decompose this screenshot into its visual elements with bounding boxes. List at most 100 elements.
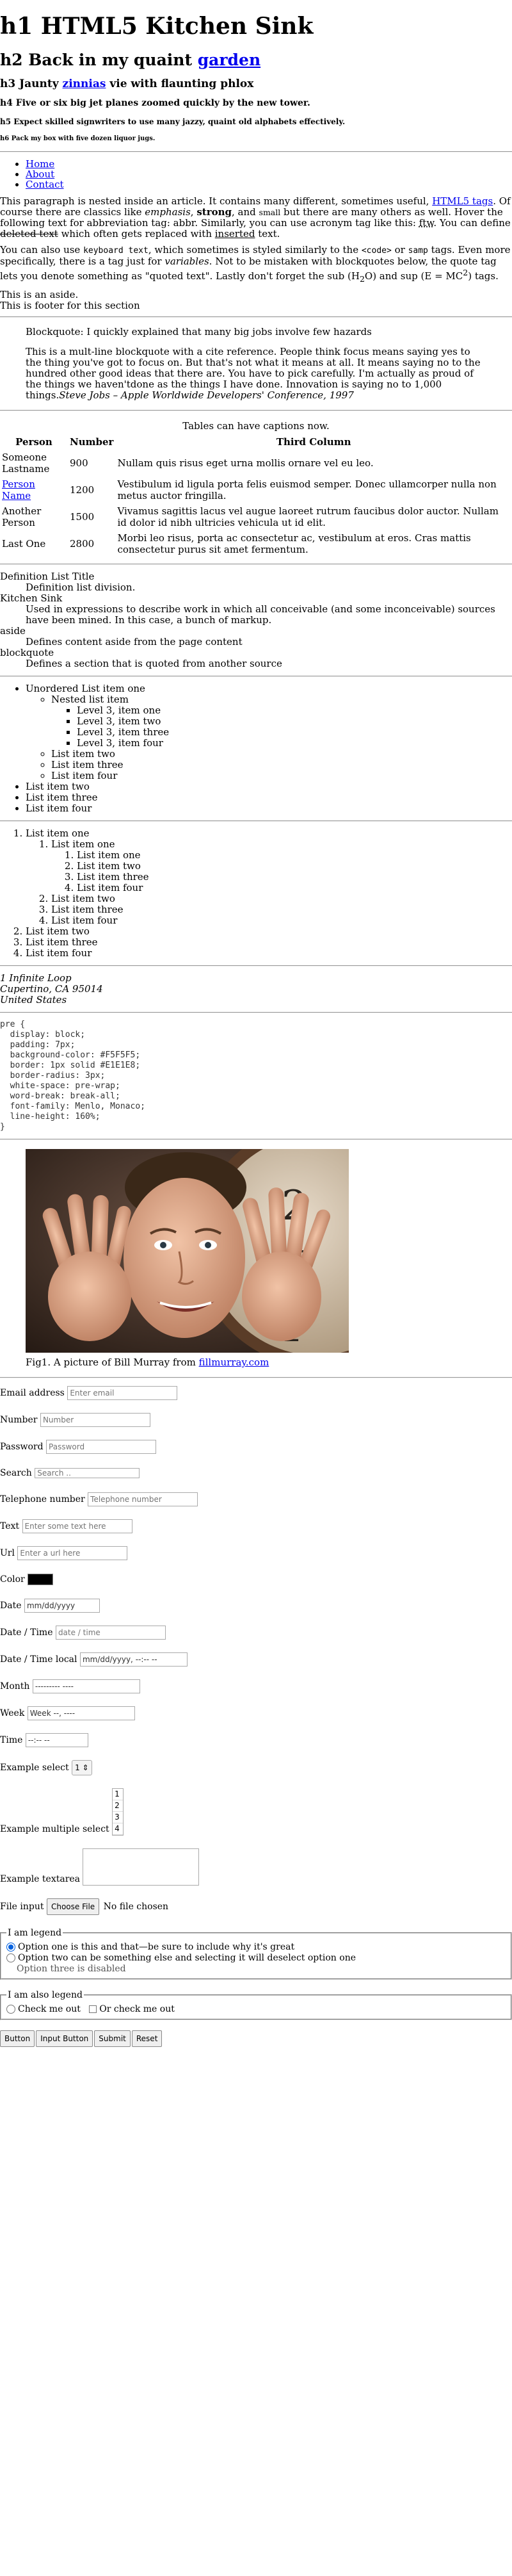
radio-option-two[interactable]: Option two can be something else and sel… — [6, 1953, 506, 1964]
table-cell-number: 2800 — [70, 538, 95, 550]
table-cell-person[interactable]: Person Name — [0, 477, 68, 503]
month-field[interactable]: --------- ---- — [32, 1679, 140, 1694]
checkbox[interactable] — [6, 2005, 15, 2014]
text: This paragraph is nested inside an artic… — [0, 195, 433, 208]
datetime-local-row: Date / Time local mm/dd/yyyy, --:-- -- — [0, 1652, 512, 1667]
example-textarea[interactable] — [83, 1848, 200, 1886]
heading-h3-text: h3 Jaunty — [0, 77, 63, 91]
text: . Lastly don't forget the sub (H — [209, 270, 360, 282]
number-row: Number — [0, 1413, 512, 1428]
list-item: List item four — [51, 915, 512, 926]
radio-button[interactable] — [6, 1953, 15, 1963]
photo-illustration: 2 3 4 — [26, 1149, 349, 1353]
table-cell-text: Vestibulum id ligula porta felis euismod… — [117, 478, 497, 502]
quoted-text: "quoted text" — [145, 270, 210, 282]
choose-file-button[interactable]: Choose File — [46, 1898, 100, 1916]
zinnias-link[interactable]: zinnias — [63, 77, 106, 90]
input-button[interactable]: Input Button — [36, 2030, 93, 2048]
blockquote-citation: Steve Jobs – Apple Worldwide Developers'… — [59, 389, 354, 402]
sample-form: Email address Number Password Search Tel… — [0, 1386, 512, 2048]
email-label: Email address — [0, 1388, 65, 1399]
table-cell-person: Last One — [2, 538, 46, 550]
address-line: 1 Infinite Loop — [0, 972, 72, 984]
email-field[interactable] — [67, 1386, 178, 1401]
week-row: Week Week --, ---- — [0, 1706, 512, 1721]
list-item: Nested list item Level 3, item oneLevel … — [51, 694, 512, 749]
radio-legend: I am legend — [8, 1928, 62, 1939]
list-item: List item three — [26, 792, 512, 803]
radio-label: Option one is this and that—be sure to i… — [18, 1942, 295, 1953]
week-field[interactable]: Week --, ---- — [27, 1706, 135, 1721]
search-label: Search — [0, 1468, 32, 1479]
nested-ordered-list: List item one List item oneList item two… — [26, 839, 512, 926]
table-cell-number: 1200 — [70, 484, 95, 496]
password-row: Password — [0, 1440, 512, 1455]
text: which often gets replaced with — [58, 228, 215, 240]
small-text: small — [259, 208, 281, 218]
nav-link-contact[interactable]: Contact — [26, 179, 64, 190]
multiselect-option[interactable]: 1 — [113, 1789, 124, 1801]
datetime-field[interactable]: date / time — [55, 1626, 166, 1640]
checkbox-label: Check me out — [18, 2004, 81, 2015]
multiselect-option[interactable]: 2 — [113, 1800, 124, 1813]
acronym-text: ftw — [419, 217, 434, 229]
divider — [0, 564, 512, 566]
url-row: Url — [0, 1546, 512, 1561]
bill-murray-photo: 2 3 4 — [26, 1149, 349, 1353]
list-item-text: List item one — [26, 827, 90, 840]
submit-button[interactable]: Submit — [94, 2030, 131, 2048]
multiselect-option[interactable]: 3 — [113, 1812, 124, 1824]
checkbox-legend: I am also legend — [8, 1990, 83, 2001]
list-item: Level 3, item two — [77, 716, 512, 727]
checkbox[interactable] — [89, 2005, 97, 2014]
button[interactable]: Button — [0, 2030, 35, 2048]
divider — [0, 1377, 512, 1379]
search-input[interactable] — [35, 1468, 140, 1479]
fillmurray-link[interactable]: fillmurray.com — [199, 1357, 269, 1368]
divider — [0, 1139, 512, 1141]
list-item: Unordered List item one Nested list item… — [26, 683, 512, 781]
text-field[interactable] — [22, 1519, 132, 1534]
table-cell-text: Nullam quis risus eget urna mollis ornar… — [117, 457, 374, 469]
definition-list: Definition List Title Definition list div… — [0, 571, 512, 669]
datetime-local-field[interactable]: mm/dd/yyyy, --:-- -- — [79, 1652, 188, 1667]
example-select[interactable]: 1 ⇕ — [72, 1760, 92, 1776]
date-field[interactable]: mm/dd/yyyy — [24, 1599, 100, 1613]
checkbox-row: Check me out Or check me out — [6, 2004, 506, 2015]
list-item: List item two — [26, 781, 512, 792]
heading-h5: h5 Expect skilled signwriters to use man… — [0, 117, 346, 127]
text: You can also use — [0, 244, 84, 256]
radio-button[interactable] — [6, 1943, 15, 1952]
url-field[interactable] — [17, 1546, 128, 1561]
blockquote-short: Blockquote: I quickly explained that man… — [26, 326, 372, 338]
select-value: 1 — [75, 1763, 80, 1773]
nav-item: Home — [26, 159, 512, 169]
person-link[interactable]: Person Name — [2, 478, 35, 501]
definition-description: Defines content aside from the page cont… — [26, 636, 243, 648]
radio-option-one[interactable]: Option one is this and that—be sure to i… — [6, 1942, 506, 1953]
reset-button[interactable]: Reset — [131, 2030, 163, 2048]
time-field[interactable]: --:-- -- — [25, 1733, 88, 1748]
example-multiple-select[interactable]: 1 2 3 4 — [112, 1788, 124, 1836]
tel-field[interactable] — [88, 1492, 198, 1507]
keyboard-text: keyboard text — [83, 246, 148, 256]
table-cell-number: 1500 — [70, 511, 95, 523]
html5-tags-link[interactable]: HTML5 tags — [432, 195, 493, 207]
list-item: List item four — [51, 770, 512, 781]
multiselect-option[interactable]: 4 — [113, 1823, 124, 1836]
table-row: Last One 2800 Morbi leo risus, porta ac co… — [0, 530, 512, 557]
table-body: Someone Lastname 900 Nullam quis risus ege… — [0, 450, 512, 557]
email-row: Email address — [0, 1386, 512, 1401]
text: text. — [255, 228, 280, 240]
data-table: Tables can have captions now. Person Num… — [0, 418, 512, 557]
divider — [0, 151, 512, 153]
list-item: List item four — [26, 948, 512, 959]
number-label: Number — [0, 1415, 38, 1426]
code-text: <code> — [361, 246, 392, 256]
password-field[interactable] — [46, 1440, 157, 1455]
datetime-label: Date / Time — [0, 1627, 53, 1638]
nav-item: About — [26, 169, 512, 179]
color-picker[interactable] — [28, 1574, 54, 1586]
garden-link[interactable]: garden — [198, 51, 260, 69]
number-field[interactable] — [40, 1413, 150, 1428]
